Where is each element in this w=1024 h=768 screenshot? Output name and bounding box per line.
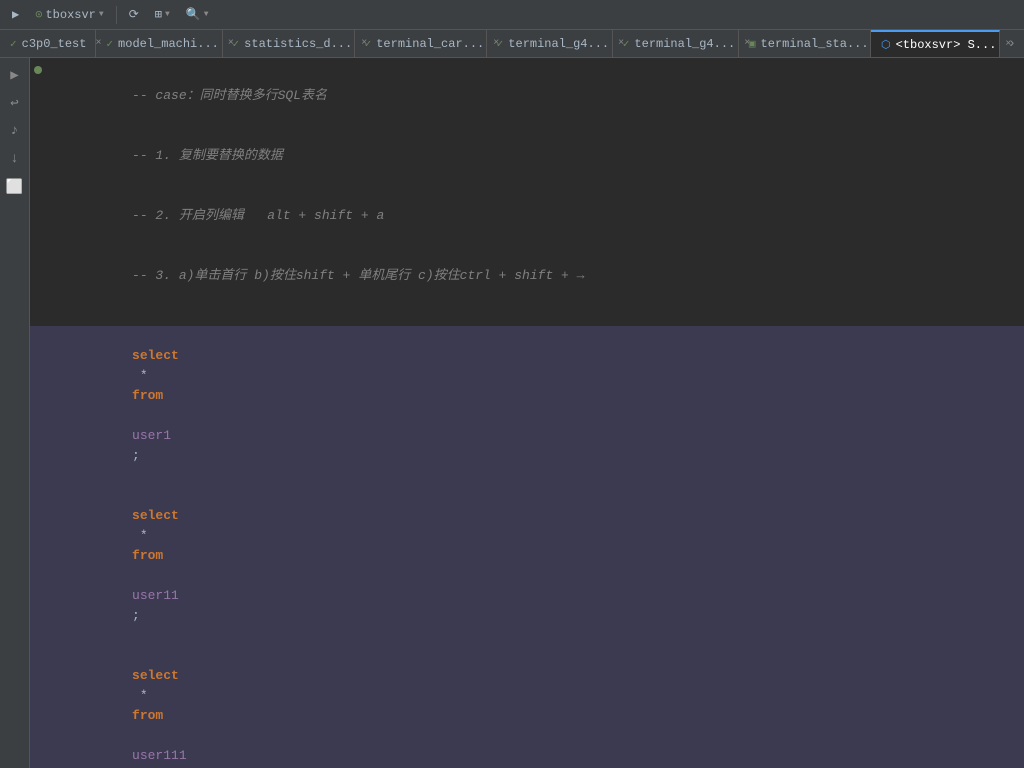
gutter-box-icon[interactable]: ⬜ <box>4 176 26 198</box>
tab-terminal-g4a[interactable]: ✓ terminal_g4... × <box>487 30 613 57</box>
from-keyword-1: from <box>132 388 163 403</box>
sync-icon: ⟳ <box>129 7 139 22</box>
grid-icon: ⊞ <box>155 7 162 22</box>
tab-statistics-icon: ✓ <box>233 37 240 51</box>
tab-tboxsvr-label: <tboxsvr> S... <box>896 38 997 52</box>
tab-tboxsvr[interactable]: ⬡ <tboxsvr> S... × <box>871 30 1000 57</box>
tab-terminal-sta-label: terminal_sta... <box>761 37 869 51</box>
comment-line-4-content: -- 3. a)单击首行 b)按住shift + 单机尾行 c)按住ctrl +… <box>46 246 1024 306</box>
tboxsvr-dropdown[interactable]: ⊙ tboxsvr ▼ <box>29 5 109 24</box>
tab-model[interactable]: ✓ model_machi... × <box>96 30 222 57</box>
editor-area[interactable]: -- case：同时替换多行SQL表名 -- 1. 复制要替换的数据 -- 2.… <box>30 58 1024 768</box>
tab-terminal-g4a-icon: ✓ <box>497 37 504 51</box>
space-1: * <box>132 368 155 383</box>
semi-1: ; <box>132 448 140 463</box>
select-keyword-3: select <box>132 668 179 683</box>
left-gutter: ▶ ↩ ♪ ↓ ⬜ <box>0 58 30 768</box>
tab-c3p0-label: c3p0_test <box>22 37 87 51</box>
semi-2: ; <box>132 608 140 623</box>
tab-terminal-car[interactable]: ✓ terminal_car... × <box>355 30 487 57</box>
comment-text-2: -- 1. 复制要替换的数据 <box>132 148 283 163</box>
search-dropdown-arrow-icon: ▼ <box>204 10 209 19</box>
tab-terminal-car-label: terminal_car... <box>376 37 484 51</box>
table-name-2: user11 <box>132 588 179 603</box>
tab-tboxsvr-icon: ⬡ <box>881 38 891 52</box>
grid-button[interactable]: ⊞ ▼ <box>149 5 176 24</box>
space-4 <box>132 568 140 583</box>
tab-terminal-g4a-label: terminal_g4... <box>508 37 609 51</box>
tabs-overflow-button[interactable]: › <box>1000 30 1024 57</box>
tab-model-icon: ✓ <box>106 37 113 51</box>
sql-line-1: select * from user1 ; <box>30 326 1024 486</box>
search-button[interactable]: 🔍 ▼ <box>180 5 215 24</box>
empty-line-1 <box>30 306 1024 326</box>
tboxsvr-label: tboxsvr <box>45 8 95 22</box>
space-3: * <box>132 528 155 543</box>
space-2 <box>132 408 140 423</box>
fold-indicator-1 <box>30 66 46 74</box>
comment-text-3: -- 2. 开启列编辑 alt + shift + a <box>132 208 384 223</box>
gutter-down-icon[interactable]: ↓ <box>4 148 26 170</box>
select-keyword-1: select <box>132 348 179 363</box>
tab-terminal-g4b-label: terminal_g4... <box>634 37 735 51</box>
gutter-run-icon[interactable]: ▶ <box>4 64 26 86</box>
tabs-overflow-icon: › <box>1008 36 1016 52</box>
from-keyword-3: from <box>132 708 163 723</box>
tab-terminal-g4b[interactable]: ✓ terminal_g4... × <box>613 30 739 57</box>
comment-line-4: -- 3. a)单击首行 b)按住shift + 单机尾行 c)按住ctrl +… <box>30 246 1024 306</box>
separator <box>116 6 117 24</box>
space-5: * <box>132 688 155 703</box>
select-keyword-2: select <box>132 508 179 523</box>
tab-statistics[interactable]: ✓ statistics_d... × <box>223 30 355 57</box>
gutter-music-icon[interactable]: ♪ <box>4 120 26 142</box>
fold-dot-icon <box>34 66 42 74</box>
table-name-3: user111 <box>132 748 187 763</box>
sync-button[interactable]: ⟳ <box>123 5 145 24</box>
comment-text-4: -- 3. a)单击首行 b)按住shift + 单机尾行 c)按住ctrl +… <box>132 268 584 283</box>
tab-terminal-g4b-icon: ✓ <box>623 37 630 51</box>
grid-dropdown-arrow-icon: ▼ <box>165 10 170 19</box>
sql-line-2: select * from user11 ; <box>30 486 1024 646</box>
comment-line-2: -- 1. 复制要替换的数据 <box>30 126 1024 186</box>
sql-line-2-content: select * from user11 ; <box>46 486 1024 646</box>
tab-terminal-sta[interactable]: ▣ terminal_sta... × <box>739 30 871 57</box>
table-name-1: user1 <box>132 428 171 443</box>
tab-c3p0-icon: ✓ <box>10 37 17 51</box>
space-6 <box>132 728 140 743</box>
sql-line-3-content: select * from user111 ; <box>46 646 1024 768</box>
comment-line-3: -- 2. 开启列编辑 alt + shift + a <box>30 186 1024 246</box>
dropdown-arrow-icon: ▼ <box>99 10 104 19</box>
gutter-undo-icon[interactable]: ↩ <box>4 92 26 114</box>
expand-button[interactable]: ▶ <box>6 5 25 24</box>
comment-line-3-content: -- 2. 开启列编辑 alt + shift + a <box>46 186 1024 246</box>
tabs-row: ✓ c3p0_test × ✓ model_machi... × ✓ stati… <box>0 30 1024 58</box>
comment-text-1: -- case：同时替换多行SQL表名 <box>132 88 327 103</box>
comment-line-1: -- case：同时替换多行SQL表名 <box>30 66 1024 126</box>
tab-statistics-label: statistics_d... <box>244 37 352 51</box>
sql-line-3: select * from user111 ; <box>30 646 1024 768</box>
sql-line-1-content: select * from user1 ; <box>46 326 1024 486</box>
top-bar: ▶ ⊙ tboxsvr ▼ ⟳ ⊞ ▼ 🔍 ▼ <box>0 0 1024 30</box>
tab-c3p0[interactable]: ✓ c3p0_test × <box>0 30 96 57</box>
expand-icon: ▶ <box>12 7 19 22</box>
tboxsvr-icon: ⊙ <box>35 7 42 22</box>
tab-terminal-car-icon: ✓ <box>365 37 372 51</box>
comment-line-1-content: -- case：同时替换多行SQL表名 <box>46 66 1024 126</box>
main-layout: ▶ ↩ ♪ ↓ ⬜ -- case：同时替换多行SQL表名 -- 1. 复制要替… <box>0 58 1024 768</box>
tab-terminal-sta-icon: ▣ <box>749 37 756 51</box>
from-keyword-2: from <box>132 548 163 563</box>
tab-model-label: model_machi... <box>118 37 219 51</box>
editor-content: -- case：同时替换多行SQL表名 -- 1. 复制要替换的数据 -- 2.… <box>30 58 1024 768</box>
empty-line-content <box>46 306 1024 326</box>
search-icon: 🔍 <box>186 7 201 22</box>
comment-line-2-content: -- 1. 复制要替换的数据 <box>46 126 1024 186</box>
